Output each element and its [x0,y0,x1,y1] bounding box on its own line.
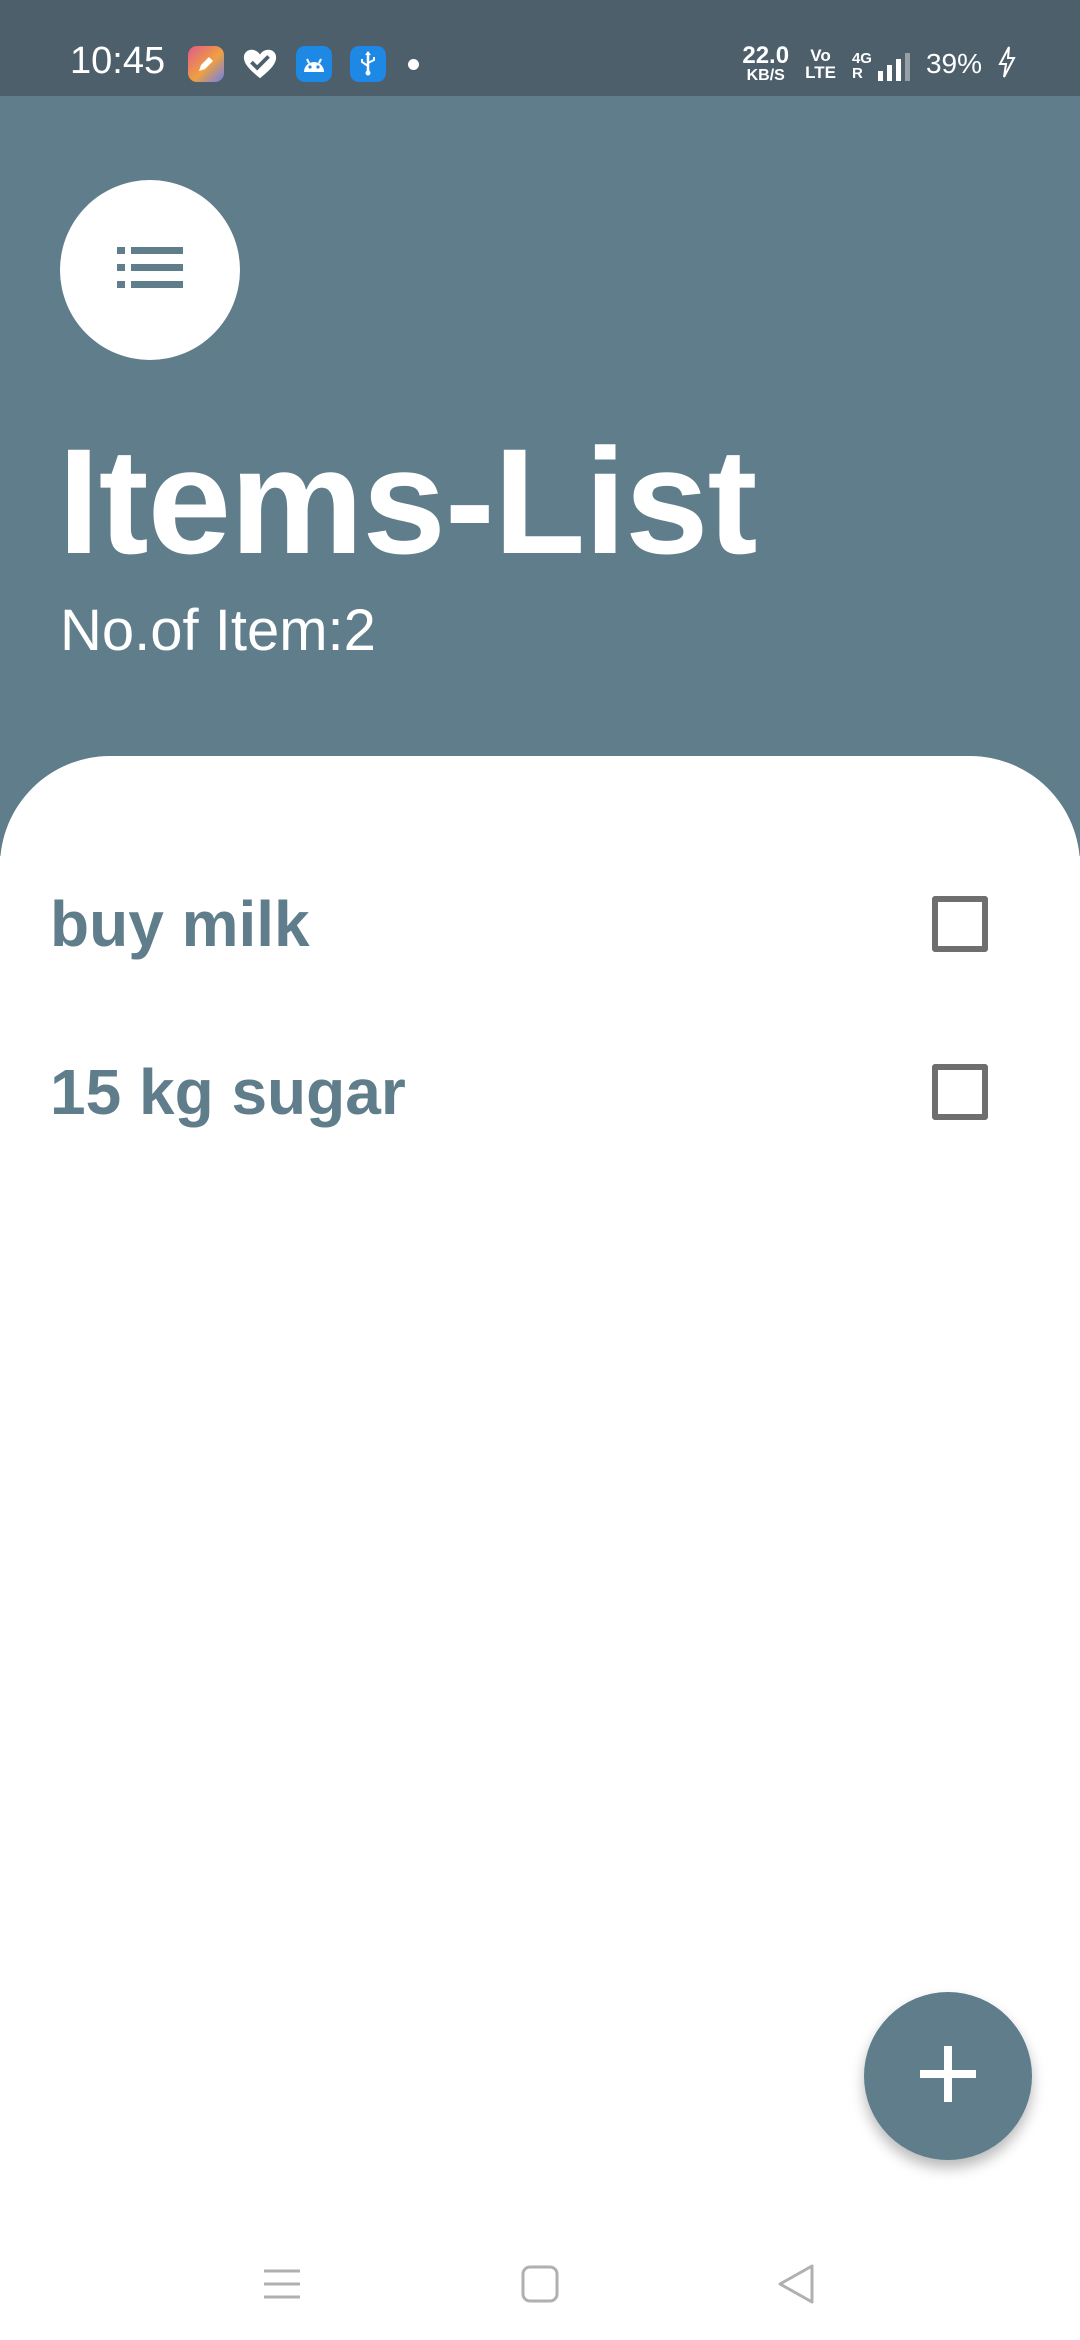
volte-indicator: Vo LTE [805,47,836,81]
home-icon [520,2264,560,2309]
heart-check-icon [242,46,278,82]
pen-app-icon [188,46,224,82]
system-status: 22.0 KB/S Vo LTE 4G R 39% [742,44,1016,84]
page-title: Items-List [58,417,757,585]
navigation-bar [0,2220,1080,2340]
signal-bar [877,71,883,81]
android-icon [296,46,332,82]
network-speed: 22.0 KB/S [742,44,789,84]
item-checkbox[interactable] [932,896,988,952]
recent-apps-icon [262,2267,302,2306]
back-icon [776,2262,816,2311]
volte-top: Vo [810,46,831,65]
signal-bar [886,65,892,81]
charging-icon [998,46,1016,83]
item-count: No.of Item:2 [60,598,376,663]
recent-apps-button[interactable] [252,2256,312,2316]
network-type: 4G R [852,51,872,81]
screen: 10:45 22.0 KB/S Vo LTE 4G R 39% Items-Li… [0,0,1080,2340]
notification-dot [408,58,419,70]
volte-bottom: LTE [805,63,836,82]
item-label: buy milk [50,888,310,960]
battery-level: 39% [925,48,982,79]
plus-icon [918,2044,978,2109]
status-time: 10:45 [70,40,166,82]
signal-bar [895,59,901,81]
back-button[interactable] [766,2256,826,2316]
list-icon [115,243,185,298]
signal-bar [904,53,910,81]
signal-icon: 4G R [852,47,910,81]
item-checkbox[interactable] [932,1064,988,1120]
usb-icon [350,46,386,82]
menu-button[interactable] [60,180,240,360]
network-bottom: R [851,65,863,82]
status-bar: 10:45 22.0 KB/S Vo LTE 4G R 39% [0,0,1080,96]
list-item[interactable]: buy milk [0,846,1080,1014]
speed-value: 22.0 [742,42,790,69]
notification-icons [188,46,419,82]
app-header: Items-List No.of Item:2 [0,96,1080,856]
network-top: 4G [851,50,872,67]
speed-unit: KB/S [746,67,785,84]
home-button[interactable] [510,2256,570,2316]
list-item[interactable]: 15 kg sugar [0,1014,1080,1182]
item-label: 15 kg sugar [50,1056,406,1128]
add-item-button[interactable] [864,1992,1032,2160]
items-list: buy milk 15 kg sugar [0,846,1080,1182]
